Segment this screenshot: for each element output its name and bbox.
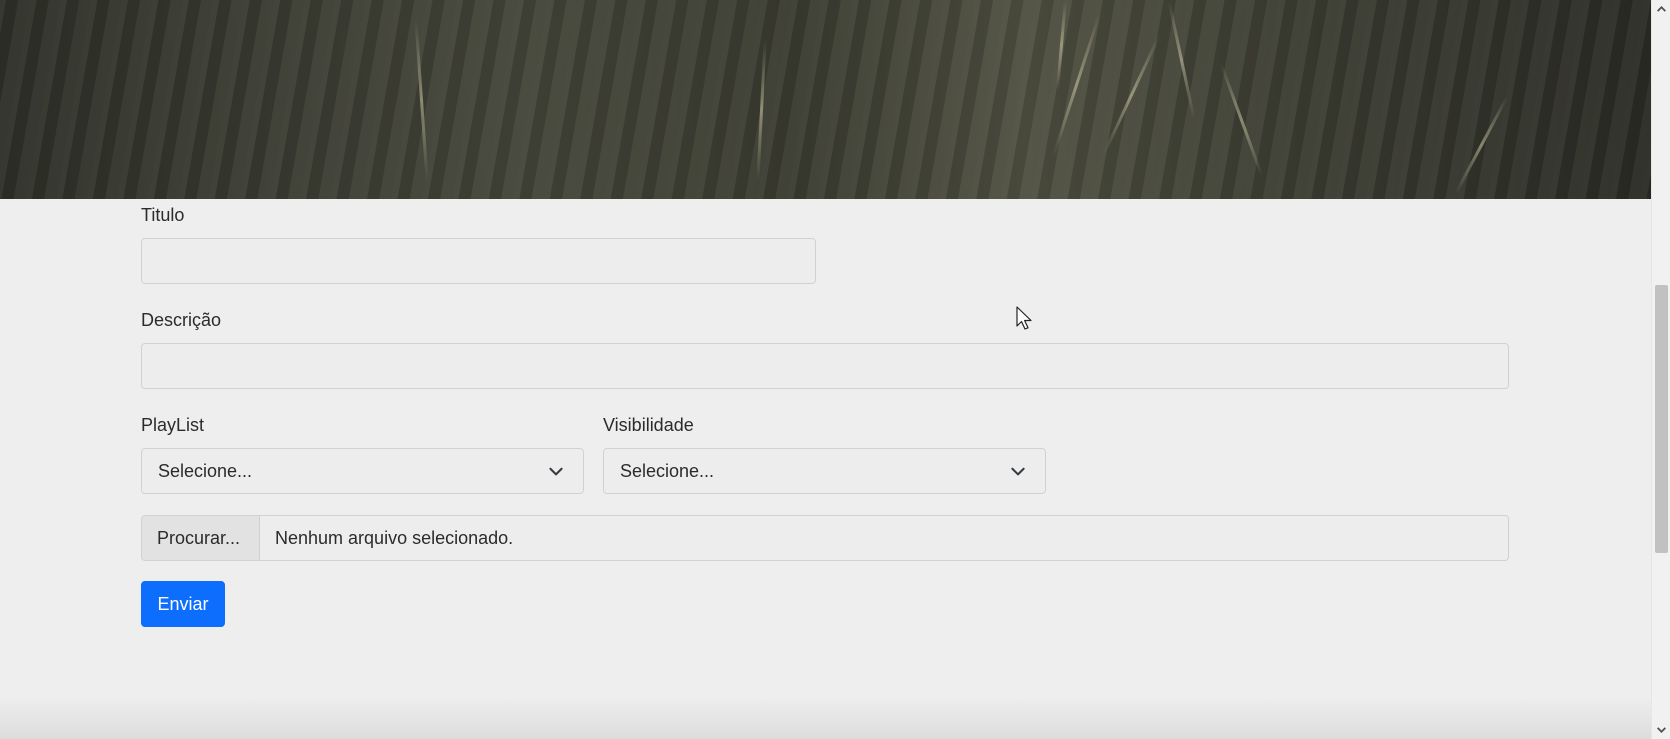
mouse-pointer-icon [1016,306,1032,330]
file-status-text: Nenhum arquivo selecionado. [275,528,514,548]
playlist-selected-value: Selecione... [158,461,253,481]
browse-button[interactable]: Procurar... [142,516,260,560]
descricao-input[interactable] [141,343,1509,389]
chevron-down-icon [1011,467,1025,476]
titulo-label: Titulo [141,205,185,225]
chevron-down-icon [549,467,563,476]
scroll-down-arrow-icon[interactable] [1656,724,1667,735]
hero-banner-image [0,0,1651,199]
scrollbar-thumb[interactable] [1655,285,1668,553]
enviar-button[interactable]: Enviar [141,581,225,627]
playlist-label: PlayList [141,415,205,435]
playlist-select[interactable]: Selecione... [141,448,584,494]
scroll-up-arrow-icon[interactable] [1656,4,1667,15]
page-footer-edge [0,696,1651,739]
visibilidade-selected-value: Selecione... [620,461,715,481]
vertical-scrollbar[interactable] [1651,0,1670,739]
descricao-label: Descrição [141,310,222,330]
page: Titulo Descrição PlayList Selecione... V… [0,0,1670,739]
visibilidade-label: Visibilidade [603,415,694,435]
file-input[interactable]: Procurar... Nenhum arquivo selecionado. [141,515,1509,561]
titulo-input[interactable] [141,238,816,284]
visibilidade-select[interactable]: Selecione... [603,448,1046,494]
